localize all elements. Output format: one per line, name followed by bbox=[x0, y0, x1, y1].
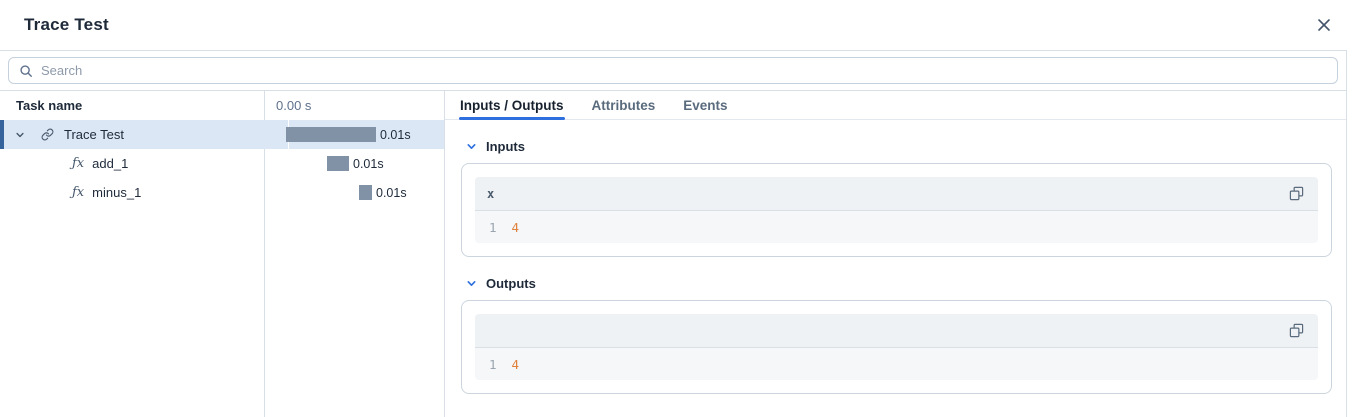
duration-label: 0.01s bbox=[353, 157, 384, 171]
tab-inputs-outputs[interactable]: Inputs / Outputs bbox=[459, 91, 565, 119]
tab-attributes[interactable]: Attributes bbox=[591, 91, 657, 119]
search-box bbox=[8, 57, 1338, 84]
tree-row-name-cell: Trace Test bbox=[0, 127, 264, 142]
close-icon bbox=[1316, 17, 1332, 33]
chevron-down-icon bbox=[15, 130, 25, 140]
code-line: 1 4 bbox=[475, 211, 1318, 243]
detail-tabs: Inputs / Outputs Attributes Events bbox=[445, 91, 1346, 120]
copy-button[interactable] bbox=[1287, 321, 1306, 340]
duration-bar[interactable] bbox=[327, 156, 349, 171]
inputs-section-toggle[interactable]: Inputs bbox=[461, 139, 525, 154]
code-value: 4 bbox=[512, 220, 520, 235]
content-split: Task name 0.00 s bbox=[0, 91, 1346, 417]
search-input[interactable] bbox=[41, 63, 1327, 78]
code-block: 1 4 bbox=[475, 314, 1318, 380]
code-value: 4 bbox=[512, 357, 520, 372]
code-header: x bbox=[475, 177, 1318, 211]
outputs-section-toggle[interactable]: Outputs bbox=[461, 276, 536, 291]
tree-row-trace-test[interactable]: Trace Test 0.01s bbox=[0, 120, 444, 149]
tree-row-name-cell: ƒx minus_1 bbox=[0, 185, 264, 200]
link-icon bbox=[41, 128, 54, 141]
duration-label: 0.01s bbox=[380, 128, 411, 142]
task-tree-panel: Task name 0.00 s bbox=[0, 91, 445, 417]
trace-drawer-body: Task name 0.00 s bbox=[0, 50, 1347, 417]
line-number: 1 bbox=[489, 357, 497, 372]
detail-panel-body: Inputs x bbox=[445, 120, 1346, 413]
inputs-card: x 1 4 bbox=[461, 163, 1332, 257]
section-title: Inputs bbox=[486, 139, 525, 154]
code-block: x 1 4 bbox=[475, 177, 1318, 243]
timeline-cell: 0.01s bbox=[264, 156, 444, 171]
drawer-header: Trace Test bbox=[0, 0, 1354, 50]
search-icon bbox=[19, 64, 33, 78]
function-icon: ƒx bbox=[72, 157, 84, 170]
outputs-card: 1 4 bbox=[461, 300, 1332, 394]
copy-icon bbox=[1289, 323, 1304, 338]
duration-bar[interactable] bbox=[286, 127, 376, 142]
tree-row-minus-1[interactable]: ƒx minus_1 0.01s bbox=[0, 178, 444, 207]
tab-events[interactable]: Events bbox=[682, 91, 728, 119]
section-title: Outputs bbox=[486, 276, 536, 291]
close-button[interactable] bbox=[1312, 13, 1336, 37]
chevron-down-icon bbox=[466, 278, 477, 289]
copy-button[interactable] bbox=[1287, 184, 1306, 203]
inputs-section: Inputs x bbox=[461, 139, 1332, 257]
tree-row-add-1[interactable]: ƒx add_1 0.01s bbox=[0, 149, 444, 178]
detail-panel: Inputs / Outputs Attributes Events Input… bbox=[445, 91, 1346, 417]
time-axis-label: 0.00 s bbox=[264, 98, 311, 113]
timeline-gridline bbox=[288, 120, 289, 417]
chevron-down-icon bbox=[466, 141, 477, 152]
page-title: Trace Test bbox=[24, 15, 109, 35]
function-icon: ƒx bbox=[72, 186, 84, 199]
code-line: 1 4 bbox=[475, 348, 1318, 380]
search-row bbox=[0, 51, 1346, 91]
copy-icon bbox=[1289, 186, 1304, 201]
timeline-cell: 0.01s bbox=[264, 127, 444, 142]
task-label: minus_1 bbox=[92, 185, 141, 200]
task-label: add_1 bbox=[92, 156, 128, 171]
code-header bbox=[475, 314, 1318, 348]
tree-header: Task name 0.00 s bbox=[0, 91, 444, 120]
duration-label: 0.01s bbox=[376, 186, 407, 200]
tree-row-name-cell: ƒx add_1 bbox=[0, 156, 264, 171]
task-label: Trace Test bbox=[64, 127, 124, 142]
line-number: 1 bbox=[489, 220, 497, 235]
duration-bar[interactable] bbox=[359, 185, 372, 200]
expand-collapse-button[interactable] bbox=[14, 129, 26, 141]
timeline-cell: 0.01s bbox=[264, 185, 444, 200]
variable-name: x bbox=[487, 187, 494, 201]
outputs-section: Outputs bbox=[461, 276, 1332, 394]
task-name-column-header: Task name bbox=[0, 98, 264, 113]
